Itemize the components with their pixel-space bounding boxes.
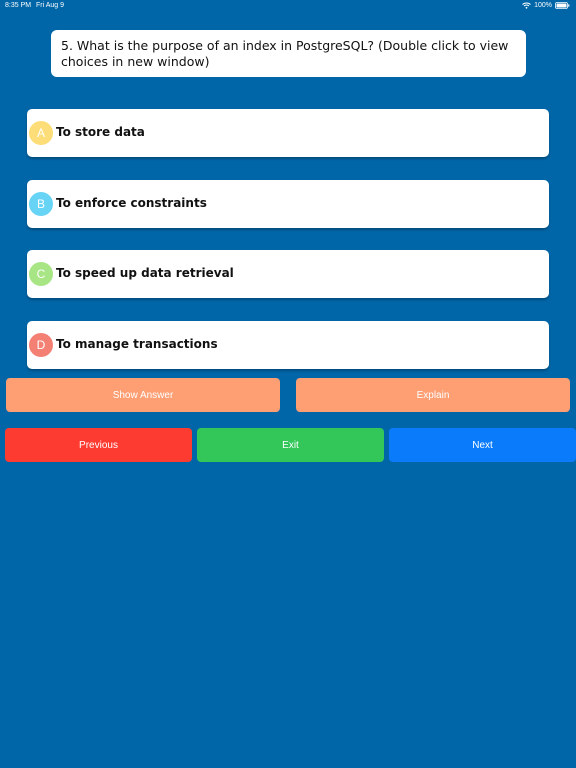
next-button[interactable]: Next: [389, 428, 576, 462]
choice-b[interactable]: B To enforce constraints: [27, 180, 549, 228]
battery-icon: [555, 2, 570, 9]
choice-text: To manage transactions: [56, 337, 218, 351]
show-answer-button[interactable]: Show Answer: [6, 378, 280, 412]
wifi-icon: [522, 2, 531, 9]
choice-letter-badge: A: [29, 121, 53, 145]
explain-button[interactable]: Explain: [296, 378, 570, 412]
choice-c[interactable]: C To speed up data retrieval: [27, 250, 549, 298]
status-indicators: 100%: [522, 2, 570, 9]
battery-percent: 100%: [534, 2, 552, 9]
choice-letter-badge: B: [29, 192, 53, 216]
choice-text: To speed up data retrieval: [56, 266, 234, 280]
choice-a[interactable]: A To store data: [27, 109, 549, 157]
question-text: 5. What is the purpose of an index in Po…: [61, 38, 509, 69]
previous-button[interactable]: Previous: [5, 428, 192, 462]
choice-d[interactable]: D To manage transactions: [27, 321, 549, 369]
status-date: Fri Aug 9: [36, 2, 65, 9]
choice-letter-badge: C: [29, 262, 53, 286]
exit-button[interactable]: Exit: [197, 428, 384, 462]
choice-letter-badge: D: [29, 333, 53, 357]
choice-text: To store data: [56, 125, 145, 139]
choice-text: To enforce constraints: [56, 196, 207, 210]
question-card[interactable]: 5. What is the purpose of an index in Po…: [51, 30, 526, 77]
status-bar: 8:35 PM Fri Aug 9 100%: [0, 0, 576, 12]
status-time: 8:35 PM: [5, 2, 32, 9]
